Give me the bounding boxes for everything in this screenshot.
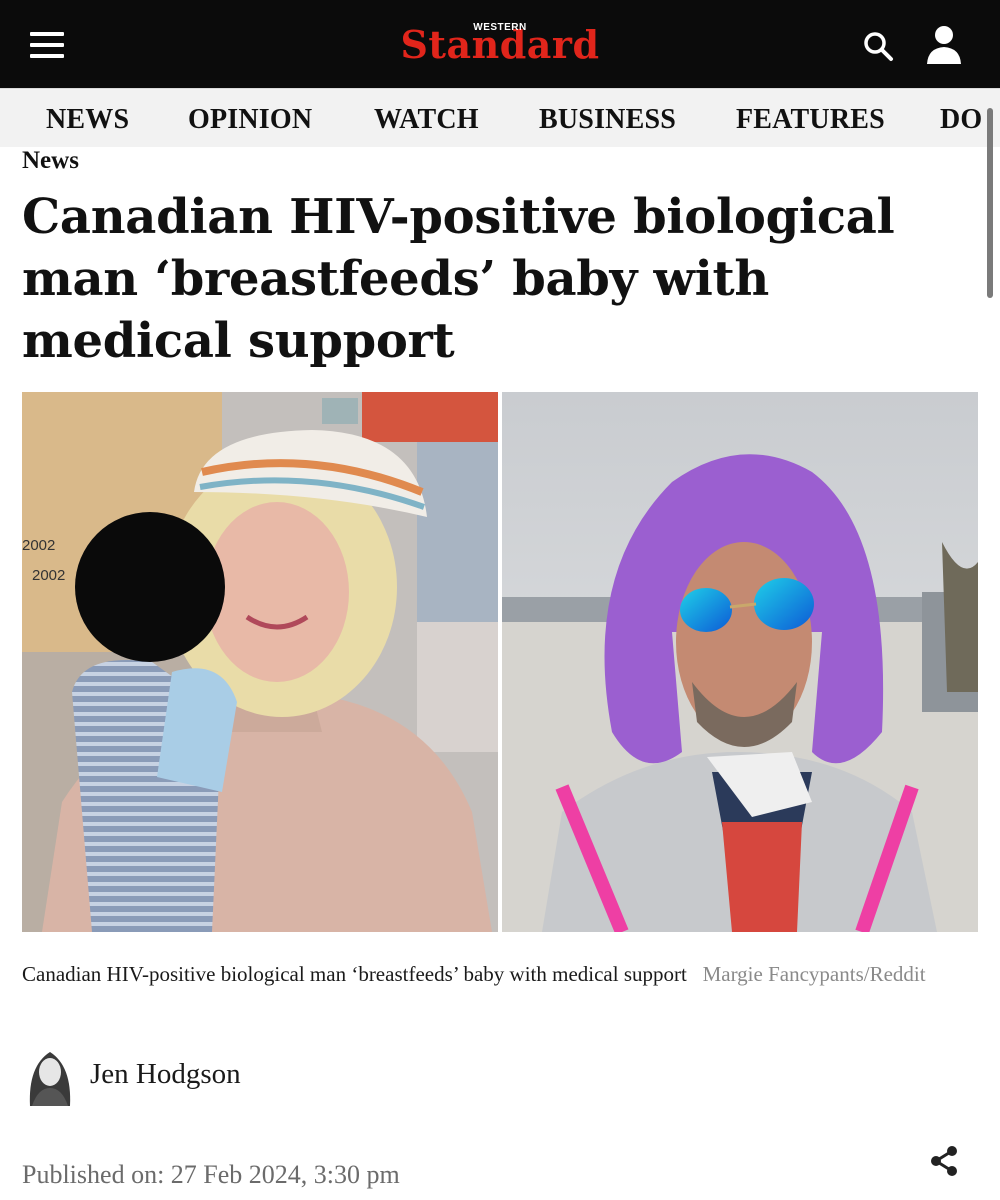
nav-item-watch[interactable]: WATCH [374, 104, 479, 136]
nav-item-business[interactable]: BUSINESS [539, 104, 676, 136]
author-avatar[interactable] [24, 1046, 76, 1106]
article-category[interactable]: News [22, 147, 79, 175]
article-headline: Canadian HIV-positive biological man ‘br… [22, 189, 895, 369]
site-header: WESTERN Standard [0, 0, 1000, 88]
caption-credit: Margie Fancypants/Reddit [702, 962, 926, 986]
published-date: Published on: 27 Feb 2024, 3:30 pm [22, 1160, 400, 1189]
nav-item-features[interactable]: FEATURES [736, 104, 885, 136]
nav-item-opinion[interactable]: OPINION [188, 104, 312, 136]
photo-left: 2002 2002 [22, 392, 498, 932]
photo-right [502, 392, 978, 932]
nav-item-do[interactable]: DO [940, 104, 982, 136]
wall-text-1: 2002 [22, 537, 55, 554]
share-icon[interactable] [928, 1144, 960, 1178]
hero-image: 2002 2002 [22, 392, 978, 932]
image-caption: Canadian HIV-positive biological man ‘br… [22, 958, 972, 990]
caption-text: Canadian HIV-positive biological man ‘br… [22, 962, 687, 986]
search-icon[interactable] [862, 30, 896, 64]
user-account-icon[interactable] [924, 24, 964, 66]
section-nav: NEWS OPINION WATCH BUSINESS FEATURES DO [0, 88, 1000, 147]
page-scrollbar[interactable] [987, 108, 993, 298]
logo-small-text: WESTERN [473, 22, 527, 33]
nav-item-news[interactable]: NEWS [46, 104, 129, 136]
wall-text-2: 2002 [32, 567, 65, 584]
author-name[interactable]: Jen Hodgson [90, 1058, 241, 1091]
site-logo[interactable]: WESTERN Standard [0, 18, 1000, 72]
